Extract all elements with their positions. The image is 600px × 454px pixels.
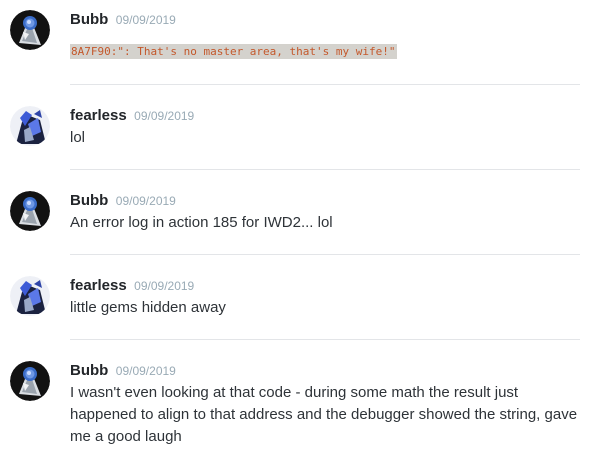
inline-code: 8A7F90:": That's no master area, that's … — [70, 44, 397, 59]
author-name[interactable]: Bubb — [70, 11, 108, 28]
bubb-avatar[interactable] — [10, 361, 50, 401]
author-name[interactable]: Bubb — [70, 192, 108, 209]
message-divider — [70, 254, 580, 255]
timestamp: 09/09/2019 — [115, 194, 176, 208]
message-content: lol — [70, 129, 86, 146]
fearless-avatar[interactable] — [10, 106, 50, 146]
message-header: fearless 09/09/2019 — [70, 107, 194, 125]
fearless-avatar[interactable] — [10, 276, 50, 316]
message-header: Bubb 09/09/2019 — [70, 11, 176, 29]
author-name[interactable]: fearless — [70, 277, 127, 294]
message-divider — [70, 84, 580, 85]
message-divider — [70, 339, 580, 340]
author-name[interactable]: fearless — [70, 107, 127, 124]
chat-messages: Bubb 09/09/2019 8A7F90:": That's no mast… — [0, 0, 600, 454]
bubb-avatar[interactable] — [10, 191, 50, 231]
timestamp: 09/09/2019 — [115, 13, 176, 27]
timestamp: 09/09/2019 — [134, 279, 195, 293]
message-header: fearless 09/09/2019 — [70, 277, 194, 295]
author-name[interactable]: Bubb — [70, 362, 108, 379]
timestamp: 09/09/2019 — [134, 109, 195, 123]
message-header: Bubb 09/09/2019 — [70, 192, 176, 210]
message-divider — [70, 169, 580, 170]
bubb-avatar[interactable] — [10, 10, 50, 50]
message-content: 8A7F90:": That's no master area, that's … — [70, 40, 582, 62]
message-header: Bubb 09/09/2019 — [70, 362, 176, 380]
message-content: An error log in action 185 for IWD2... l… — [70, 214, 333, 231]
message-content: I wasn't even looking at that code - dur… — [70, 384, 578, 445]
timestamp: 09/09/2019 — [115, 364, 176, 378]
message-content: little gems hidden away — [70, 299, 226, 316]
